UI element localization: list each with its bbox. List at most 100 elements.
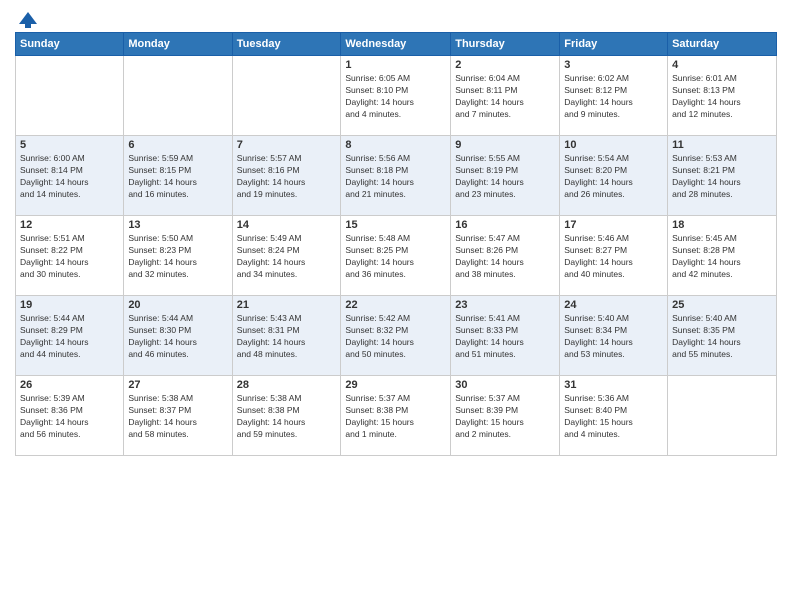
day-info: Sunrise: 6:02 AM Sunset: 8:12 PM Dayligh…	[564, 73, 663, 121]
day-info: Sunrise: 5:55 AM Sunset: 8:19 PM Dayligh…	[455, 153, 555, 201]
day-info: Sunrise: 5:43 AM Sunset: 8:31 PM Dayligh…	[237, 313, 337, 361]
day-number: 12	[20, 219, 119, 231]
calendar-cell: 3 Sunrise: 6:02 AM Sunset: 8:12 PM Daylig…	[560, 56, 668, 136]
day-number: 28	[237, 379, 337, 391]
calendar-cell: 9 Sunrise: 5:55 AM Sunset: 8:19 PM Daylig…	[451, 136, 560, 216]
day-number: 8	[345, 139, 446, 151]
calendar-cell	[232, 56, 341, 136]
day-info: Sunrise: 5:57 AM Sunset: 8:16 PM Dayligh…	[237, 153, 337, 201]
day-info: Sunrise: 5:36 AM Sunset: 8:40 PM Dayligh…	[564, 393, 663, 441]
day-number: 10	[564, 139, 663, 151]
day-number: 26	[20, 379, 119, 391]
day-number: 17	[564, 219, 663, 231]
day-number: 11	[672, 139, 772, 151]
day-number: 31	[564, 379, 663, 391]
day-number: 16	[455, 219, 555, 231]
day-info: Sunrise: 5:38 AM Sunset: 8:38 PM Dayligh…	[237, 393, 337, 441]
day-info: Sunrise: 5:39 AM Sunset: 8:36 PM Dayligh…	[20, 393, 119, 441]
day-info: Sunrise: 6:00 AM Sunset: 8:14 PM Dayligh…	[20, 153, 119, 201]
calendar-header-saturday: Saturday	[668, 33, 777, 56]
calendar-header-friday: Friday	[560, 33, 668, 56]
day-number: 27	[128, 379, 227, 391]
calendar-cell: 19Sunrise: 5:44 AM Sunset: 8:29 PM Dayli…	[16, 296, 124, 376]
calendar-week-row: 19Sunrise: 5:44 AM Sunset: 8:29 PM Dayli…	[16, 296, 777, 376]
calendar-cell: 15 Sunrise: 5:48 AM Sunset: 8:25 PM Dayli…	[341, 216, 451, 296]
calendar-cell: 10 Sunrise: 5:54 AM Sunset: 8:20 PM Dayli…	[560, 136, 668, 216]
day-info: Sunrise: 5:40 AM Sunset: 8:34 PM Dayligh…	[564, 313, 663, 361]
calendar-week-row: 12Sunrise: 5:51 AM Sunset: 8:22 PM Dayli…	[16, 216, 777, 296]
calendar-header-thursday: Thursday	[451, 33, 560, 56]
page: SundayMondayTuesdayWednesdayThursdayFrid…	[0, 0, 792, 612]
calendar-cell: 6 Sunrise: 5:59 AM Sunset: 8:15 PM Daylig…	[124, 136, 232, 216]
calendar-table: SundayMondayTuesdayWednesdayThursdayFrid…	[15, 32, 777, 456]
day-info: Sunrise: 5:37 AM Sunset: 8:39 PM Dayligh…	[455, 393, 555, 441]
day-info: Sunrise: 5:54 AM Sunset: 8:20 PM Dayligh…	[564, 153, 663, 201]
calendar-cell: 22Sunrise: 5:42 AM Sunset: 8:32 PM Dayli…	[341, 296, 451, 376]
calendar-cell: 2Sunrise: 6:04 AM Sunset: 8:11 PM Daylig…	[451, 56, 560, 136]
calendar-header-row: SundayMondayTuesdayWednesdayThursdayFrid…	[16, 33, 777, 56]
day-number: 3	[564, 59, 663, 71]
calendar-header-tuesday: Tuesday	[232, 33, 341, 56]
day-number: 29	[345, 379, 446, 391]
calendar-week-row: 5 Sunrise: 6:00 AM Sunset: 8:14 PM Daylig…	[16, 136, 777, 216]
day-number: 15	[345, 219, 446, 231]
day-info: Sunrise: 6:05 AM Sunset: 8:10 PM Dayligh…	[345, 73, 446, 121]
day-number: 24	[564, 299, 663, 311]
day-info: Sunrise: 5:53 AM Sunset: 8:21 PM Dayligh…	[672, 153, 772, 201]
day-info: Sunrise: 5:49 AM Sunset: 8:24 PM Dayligh…	[237, 233, 337, 281]
day-info: Sunrise: 6:04 AM Sunset: 8:11 PM Dayligh…	[455, 73, 555, 121]
day-number: 13	[128, 219, 227, 231]
calendar-cell: 25Sunrise: 5:40 AM Sunset: 8:35 PM Dayli…	[668, 296, 777, 376]
calendar-cell	[16, 56, 124, 136]
calendar-week-row: 1Sunrise: 6:05 AM Sunset: 8:10 PM Daylig…	[16, 56, 777, 136]
calendar-cell: 27 Sunrise: 5:38 AM Sunset: 8:37 PM Dayli…	[124, 376, 232, 456]
calendar-cell: 5 Sunrise: 6:00 AM Sunset: 8:14 PM Daylig…	[16, 136, 124, 216]
day-number: 22	[345, 299, 446, 311]
day-info: Sunrise: 5:48 AM Sunset: 8:25 PM Dayligh…	[345, 233, 446, 281]
calendar-cell: 18 Sunrise: 5:45 AM Sunset: 8:28 PM Dayli…	[668, 216, 777, 296]
day-number: 5	[20, 139, 119, 151]
day-info: Sunrise: 5:59 AM Sunset: 8:15 PM Dayligh…	[128, 153, 227, 201]
logo-icon	[17, 10, 39, 28]
day-number: 6	[128, 139, 227, 151]
day-info: Sunrise: 5:44 AM Sunset: 8:29 PM Dayligh…	[20, 313, 119, 361]
day-info: Sunrise: 5:50 AM Sunset: 8:23 PM Dayligh…	[128, 233, 227, 281]
logo	[15, 10, 39, 24]
calendar-cell	[124, 56, 232, 136]
day-number: 4	[672, 59, 772, 71]
day-number: 7	[237, 139, 337, 151]
calendar-cell: 16 Sunrise: 5:47 AM Sunset: 8:26 PM Dayli…	[451, 216, 560, 296]
calendar-week-row: 26 Sunrise: 5:39 AM Sunset: 8:36 PM Dayli…	[16, 376, 777, 456]
calendar-cell: 14Sunrise: 5:49 AM Sunset: 8:24 PM Dayli…	[232, 216, 341, 296]
day-info: Sunrise: 5:45 AM Sunset: 8:28 PM Dayligh…	[672, 233, 772, 281]
calendar-cell: 23Sunrise: 5:41 AM Sunset: 8:33 PM Dayli…	[451, 296, 560, 376]
day-number: 23	[455, 299, 555, 311]
calendar-cell	[668, 376, 777, 456]
calendar-cell: 26 Sunrise: 5:39 AM Sunset: 8:36 PM Dayli…	[16, 376, 124, 456]
day-info: Sunrise: 5:46 AM Sunset: 8:27 PM Dayligh…	[564, 233, 663, 281]
calendar-cell: 31 Sunrise: 5:36 AM Sunset: 8:40 PM Dayli…	[560, 376, 668, 456]
day-info: Sunrise: 5:38 AM Sunset: 8:37 PM Dayligh…	[128, 393, 227, 441]
day-number: 18	[672, 219, 772, 231]
header	[15, 10, 777, 24]
day-info: Sunrise: 5:56 AM Sunset: 8:18 PM Dayligh…	[345, 153, 446, 201]
calendar-cell: 17 Sunrise: 5:46 AM Sunset: 8:27 PM Dayli…	[560, 216, 668, 296]
calendar-header-monday: Monday	[124, 33, 232, 56]
calendar-cell: 21 Sunrise: 5:43 AM Sunset: 8:31 PM Dayli…	[232, 296, 341, 376]
calendar-cell: 24 Sunrise: 5:40 AM Sunset: 8:34 PM Dayli…	[560, 296, 668, 376]
calendar-header-wednesday: Wednesday	[341, 33, 451, 56]
day-number: 25	[672, 299, 772, 311]
calendar-cell: 30Sunrise: 5:37 AM Sunset: 8:39 PM Dayli…	[451, 376, 560, 456]
day-info: Sunrise: 5:37 AM Sunset: 8:38 PM Dayligh…	[345, 393, 446, 441]
day-number: 20	[128, 299, 227, 311]
calendar-cell: 7 Sunrise: 5:57 AM Sunset: 8:16 PM Daylig…	[232, 136, 341, 216]
day-number: 21	[237, 299, 337, 311]
day-info: Sunrise: 5:47 AM Sunset: 8:26 PM Dayligh…	[455, 233, 555, 281]
calendar-cell: 1Sunrise: 6:05 AM Sunset: 8:10 PM Daylig…	[341, 56, 451, 136]
day-number: 9	[455, 139, 555, 151]
calendar-cell: 8 Sunrise: 5:56 AM Sunset: 8:18 PM Daylig…	[341, 136, 451, 216]
calendar-cell: 12Sunrise: 5:51 AM Sunset: 8:22 PM Dayli…	[16, 216, 124, 296]
calendar-cell: 11 Sunrise: 5:53 AM Sunset: 8:21 PM Dayli…	[668, 136, 777, 216]
day-info: Sunrise: 6:01 AM Sunset: 8:13 PM Dayligh…	[672, 73, 772, 121]
calendar-cell: 4 Sunrise: 6:01 AM Sunset: 8:13 PM Daylig…	[668, 56, 777, 136]
